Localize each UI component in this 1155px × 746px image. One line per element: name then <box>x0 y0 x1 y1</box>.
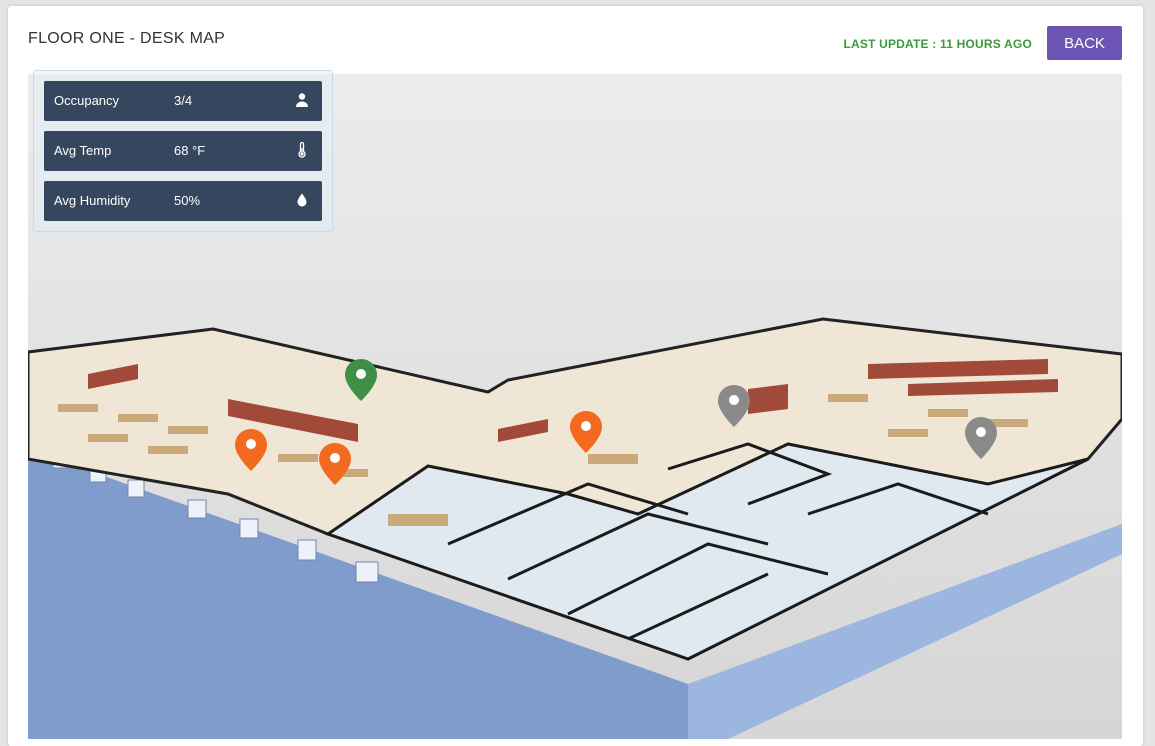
person-icon <box>296 93 308 107</box>
back-button[interactable]: BACK <box>1047 26 1122 60</box>
stats-panel: Occupancy 3/4 Avg Temp 68 °F Avg Humidit… <box>33 70 333 232</box>
pin-marker-icon <box>235 429 267 471</box>
droplet-icon <box>297 193 307 207</box>
desk-pin[interactable] <box>569 410 603 454</box>
pin-marker-icon <box>718 385 750 427</box>
stat-label: Avg Temp <box>54 143 112 158</box>
stat-avg-temp: Avg Temp 68 °F <box>44 131 322 171</box>
last-update-label: LAST UPDATE : 11 HOURS AGO <box>843 37 1032 51</box>
stat-value: 50% <box>174 193 201 208</box>
pin-marker-icon <box>965 417 997 459</box>
desk-pin[interactable] <box>964 416 998 460</box>
desk-pin[interactable] <box>344 358 378 402</box>
desk-map-card: FLOOR ONE - DESK MAP LAST UPDATE : 11 HO… <box>8 6 1143 746</box>
page-title: FLOOR ONE - DESK MAP <box>28 30 226 47</box>
pin-marker-icon <box>319 443 351 485</box>
stat-value: 68 °F <box>174 143 206 158</box>
stat-avg-humidity: Avg Humidity 50% <box>44 181 322 221</box>
stat-value: 3/4 <box>174 93 193 108</box>
stat-label: Occupancy <box>54 93 120 108</box>
stat-label: Avg Humidity <box>54 193 131 208</box>
desk-pin[interactable] <box>234 428 268 472</box>
desk-pin[interactable] <box>318 442 352 486</box>
pin-marker-icon <box>570 411 602 453</box>
pin-marker-icon <box>345 359 377 401</box>
stat-occupancy: Occupancy 3/4 <box>44 81 322 121</box>
desk-pin[interactable] <box>717 384 751 428</box>
thermometer-icon <box>298 142 306 158</box>
